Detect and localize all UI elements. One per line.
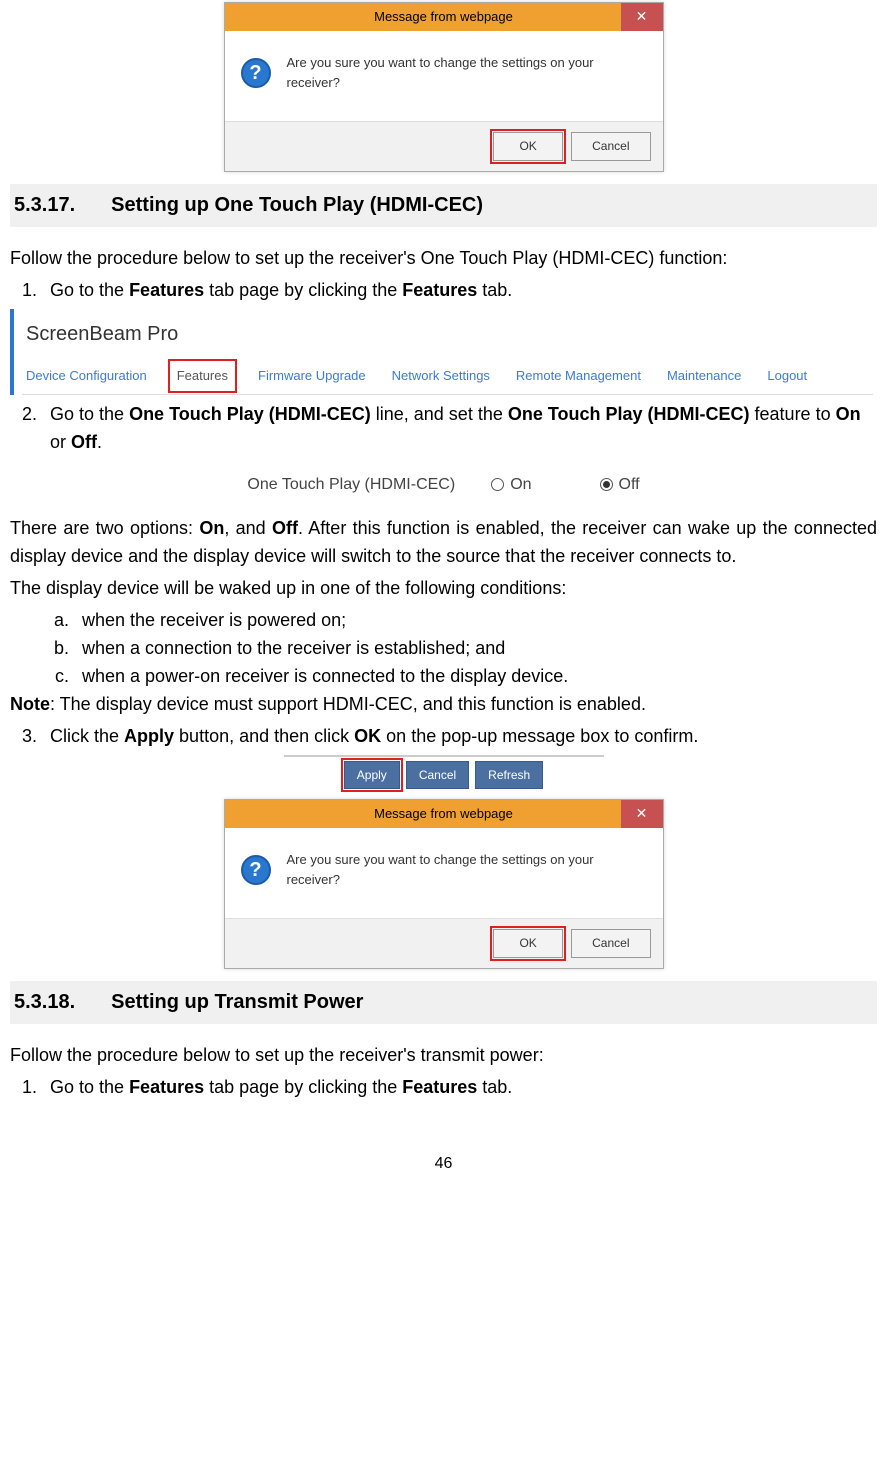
options-explanation: There are two options: On, and Off. Afte… bbox=[10, 515, 877, 571]
radio-off-circle bbox=[600, 478, 613, 491]
apply-button-bar: Apply Cancel Refresh bbox=[284, 755, 604, 798]
radio-on-label: On bbox=[510, 473, 531, 498]
dialog-body: ? Are you sure you want to change the se… bbox=[225, 828, 663, 918]
procedure-list: Go to the Features tab page by clicking … bbox=[10, 277, 877, 305]
apply-button[interactable]: Apply bbox=[344, 761, 400, 790]
radio-on[interactable]: On bbox=[491, 473, 531, 498]
dialog-footer: OK Cancel bbox=[225, 918, 663, 968]
dialog-message: Are you sure you want to change the sett… bbox=[287, 53, 647, 93]
conditions-intro: The display device will be waked up in o… bbox=[10, 575, 877, 603]
dialog-titlebar: Message from webpage ✕ bbox=[225, 3, 663, 31]
question-icon: ? bbox=[241, 855, 271, 885]
tab-maintenance[interactable]: Maintenance bbox=[667, 366, 741, 386]
dialog-title: Message from webpage bbox=[374, 804, 513, 824]
dialog-title: Message from webpage bbox=[374, 7, 513, 27]
dialog-message: Are you sure you want to change the sett… bbox=[287, 850, 647, 890]
dialog-titlebar: Message from webpage ✕ bbox=[225, 800, 663, 828]
intro-text: Follow the procedure below to set up the… bbox=[10, 245, 877, 273]
features-nav-screenshot: ScreenBeam Pro Device Configuration Feat… bbox=[10, 309, 877, 395]
radio-off-label: Off bbox=[619, 473, 640, 498]
ok-button[interactable]: OK bbox=[493, 132, 563, 161]
step-2: Go to the One Touch Play (HDMI-CEC) line… bbox=[42, 401, 877, 457]
dialog-body: ? Are you sure you want to change the se… bbox=[225, 31, 663, 121]
refresh-button[interactable]: Refresh bbox=[475, 761, 543, 790]
tab-firmware-upgrade[interactable]: Firmware Upgrade bbox=[258, 366, 366, 386]
close-icon[interactable]: ✕ bbox=[621, 800, 663, 828]
procedure-list-cont: Go to the One Touch Play (HDMI-CEC) line… bbox=[10, 401, 877, 457]
hdmi-cec-label: One Touch Play (HDMI-CEC) bbox=[247, 473, 455, 498]
step-1: Go to the Features tab page by clicking … bbox=[42, 277, 877, 305]
close-icon[interactable]: ✕ bbox=[621, 3, 663, 31]
section-number: 5.3.17. bbox=[14, 190, 75, 221]
page-number: 46 bbox=[10, 1152, 877, 1177]
confirm-dialog-bottom: Message from webpage ✕ ? Are you sure yo… bbox=[224, 799, 664, 969]
condition-b: when a connection to the receiver is est… bbox=[74, 635, 877, 663]
nav-tabs: Device Configuration Features Firmware U… bbox=[22, 364, 873, 395]
step-3: Click the Apply button, and then click O… bbox=[42, 723, 877, 751]
section-number: 5.3.18. bbox=[14, 987, 75, 1018]
tab-device-configuration[interactable]: Device Configuration bbox=[26, 366, 147, 386]
section-title: Setting up One Touch Play (HDMI-CEC) bbox=[111, 190, 483, 221]
hdmi-cec-radio-row: One Touch Play (HDMI-CEC) On Off bbox=[10, 473, 877, 498]
cancel-button[interactable]: Cancel bbox=[571, 132, 650, 161]
procedure-list-3: Click the Apply button, and then click O… bbox=[10, 723, 877, 751]
cancel-button-bar[interactable]: Cancel bbox=[406, 761, 469, 790]
question-icon: ? bbox=[241, 58, 271, 88]
dialog-footer: OK Cancel bbox=[225, 121, 663, 171]
section-heading-5-3-17: 5.3.17. Setting up One Touch Play (HDMI-… bbox=[10, 184, 877, 227]
note-line: Note: The display device must support HD… bbox=[10, 691, 877, 719]
radio-on-circle bbox=[491, 478, 504, 491]
tab-network-settings[interactable]: Network Settings bbox=[392, 366, 490, 386]
ok-button[interactable]: OK bbox=[493, 929, 563, 958]
conditions-list: when the receiver is powered on; when a … bbox=[10, 607, 877, 691]
step-1-sec2: Go to the Features tab page by clicking … bbox=[42, 1074, 877, 1102]
cancel-button[interactable]: Cancel bbox=[571, 929, 650, 958]
condition-c: when a power-on receiver is connected to… bbox=[74, 663, 877, 691]
section-heading-5-3-18: 5.3.18. Setting up Transmit Power bbox=[10, 981, 877, 1024]
section-title: Setting up Transmit Power bbox=[111, 987, 363, 1018]
tab-remote-management[interactable]: Remote Management bbox=[516, 366, 641, 386]
condition-a: when the receiver is powered on; bbox=[74, 607, 877, 635]
radio-off[interactable]: Off bbox=[600, 473, 640, 498]
product-name: ScreenBeam Pro bbox=[22, 319, 873, 350]
intro-text-2: Follow the procedure below to set up the… bbox=[10, 1042, 877, 1070]
tab-logout[interactable]: Logout bbox=[767, 366, 807, 386]
procedure-list-2: Go to the Features tab page by clicking … bbox=[10, 1074, 877, 1102]
confirm-dialog-top: Message from webpage ✕ ? Are you sure yo… bbox=[224, 2, 664, 172]
tab-features[interactable]: Features bbox=[173, 364, 232, 388]
